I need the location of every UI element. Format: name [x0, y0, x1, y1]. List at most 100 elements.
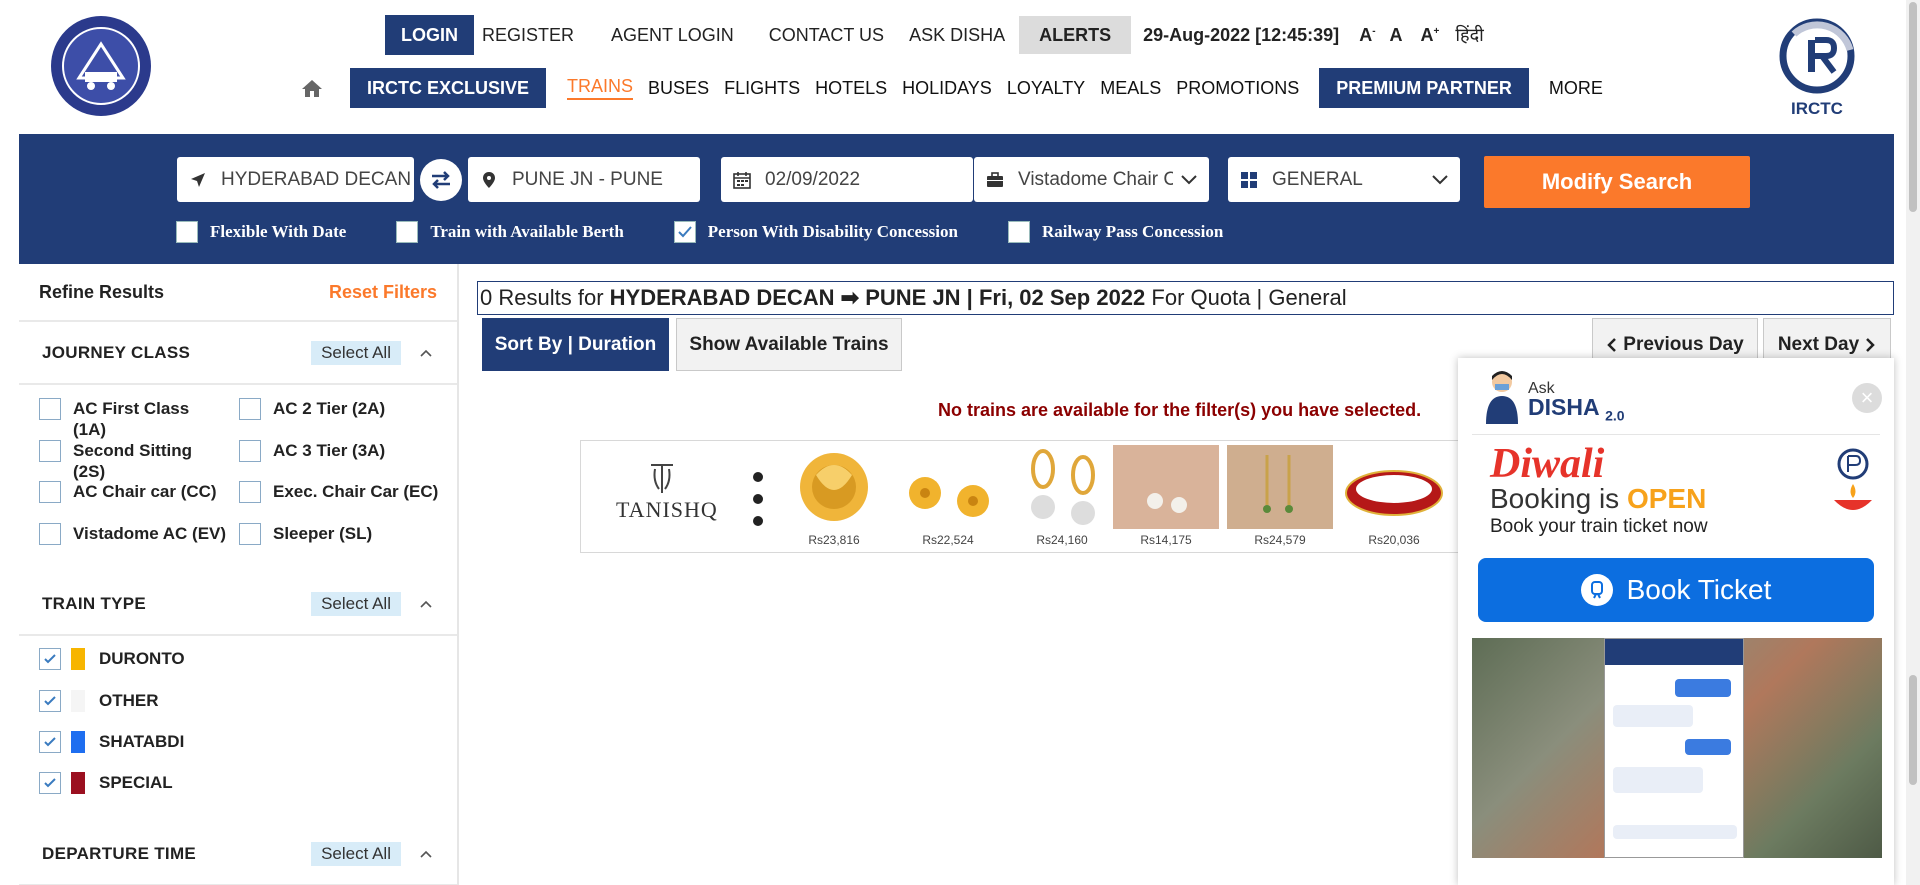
- from-station-field[interactable]: HYDERABAD DECAN: [177, 157, 414, 202]
- reset-filters-link[interactable]: Reset Filters: [329, 282, 437, 303]
- show-available-trains-button[interactable]: Show Available Trains: [676, 318, 902, 371]
- train-type-select-all[interactable]: Select All: [311, 592, 401, 616]
- disha-demo-video[interactable]: [1472, 638, 1882, 858]
- class-sl-checkbox[interactable]: [239, 523, 261, 545]
- modify-search-button[interactable]: Modify Search: [1484, 156, 1750, 208]
- nav-loyalty[interactable]: LOYALTY: [1007, 78, 1085, 99]
- train-type-special[interactable]: SPECIAL: [39, 772, 173, 794]
- page-scrollbar[interactable]: [1906, 0, 1920, 885]
- class-option-ev[interactable]: Vistadome AC (EV): [39, 523, 239, 545]
- duronto-checkbox[interactable]: [39, 648, 61, 670]
- departure-time-select-all[interactable]: Select All: [311, 842, 401, 866]
- login-button[interactable]: LOGIN: [385, 15, 474, 55]
- font-increase-button[interactable]: A+: [1421, 25, 1440, 46]
- scrollbar-thumb[interactable]: [1909, 2, 1917, 212]
- scrollbar-thumb-secondary[interactable]: [1909, 675, 1917, 785]
- class-select[interactable]: Vistadome Chair Car: [974, 157, 1209, 202]
- ask-disha-link[interactable]: ASK DISHA: [909, 25, 1005, 46]
- disability-checkbox[interactable]: [673, 221, 696, 243]
- train-type-duronto[interactable]: DURONTO: [39, 648, 185, 670]
- class-option-1a[interactable]: AC First Class (1A): [39, 398, 219, 440]
- class-ec-checkbox[interactable]: [239, 481, 261, 503]
- class-2s-label: Second Sitting (2S): [73, 441, 192, 481]
- nav-trains[interactable]: TRAINS: [567, 76, 634, 100]
- book-ticket-button[interactable]: Book Ticket: [1478, 558, 1874, 622]
- ad-product-6[interactable]: Rs20,036: [1341, 445, 1447, 549]
- class-option-sl[interactable]: Sleeper (SL): [239, 523, 439, 545]
- nav-more[interactable]: MORE: [1549, 78, 1603, 99]
- irctc-logo[interactable]: IRCTC: [1772, 14, 1862, 120]
- alerts-button[interactable]: ALERTS: [1019, 16, 1132, 54]
- class-1a-checkbox[interactable]: [39, 398, 61, 420]
- other-label: OTHER: [99, 691, 159, 710]
- more-options-icon[interactable]: [753, 471, 763, 527]
- chevron-up-icon[interactable]: [419, 348, 433, 358]
- class-option-cc[interactable]: AC Chair car (CC): [39, 481, 239, 503]
- contact-us-link[interactable]: CONTACT US: [769, 25, 884, 46]
- tanishq-advertisement[interactable]: TANISHQ Rs23,816 Rs22,524 Rs24,160 Rs14,…: [580, 440, 1460, 553]
- railway-pass-option[interactable]: Railway Pass Concession: [1007, 221, 1223, 243]
- nav-buses[interactable]: BUSES: [648, 78, 709, 99]
- journey-class-select-all[interactable]: Select All: [311, 341, 401, 365]
- ad-product-1[interactable]: Rs23,816: [781, 445, 887, 549]
- premium-partner-button[interactable]: PREMIUM PARTNER: [1319, 68, 1529, 108]
- flexible-date-label: Flexible With Date: [210, 222, 347, 241]
- to-station-field[interactable]: PUNE JN - PUNE: [468, 157, 700, 202]
- ad-product-5[interactable]: Rs24,579: [1227, 445, 1333, 549]
- special-label: SPECIAL: [99, 773, 173, 792]
- flexible-date-option[interactable]: Flexible With Date: [176, 221, 346, 243]
- class-cc-checkbox[interactable]: [39, 481, 61, 503]
- quota-select[interactable]: GENERAL: [1228, 157, 1460, 202]
- phone-screenshot: [1604, 638, 1744, 858]
- available-berth-option[interactable]: Train with Available Berth: [396, 221, 624, 243]
- close-icon[interactable]: ×: [1852, 383, 1882, 413]
- swap-icon: [432, 171, 450, 189]
- ad-product-2[interactable]: Rs22,524: [895, 445, 1001, 549]
- disability-option[interactable]: Person With Disability Concession: [673, 221, 958, 243]
- class-option-ec[interactable]: Exec. Chair Car (EC): [239, 481, 439, 503]
- irctc-exclusive-button[interactable]: IRCTC EXCLUSIVE: [350, 68, 547, 108]
- chevron-up-icon[interactable]: [419, 599, 433, 609]
- train-type-header[interactable]: TRAIN TYPE Select All: [19, 574, 457, 636]
- home-icon[interactable]: [300, 76, 324, 100]
- register-link[interactable]: REGISTER: [482, 25, 574, 46]
- nav-holidays[interactable]: HOLIDAYS: [902, 78, 992, 99]
- ad-product-4[interactable]: Rs14,175: [1113, 445, 1219, 549]
- class-2s-checkbox[interactable]: [39, 440, 61, 462]
- class-option-3a[interactable]: AC 3 Tier (3A): [239, 440, 439, 462]
- refine-title: Refine Results: [39, 281, 165, 302]
- railway-pass-checkbox[interactable]: [1007, 221, 1030, 243]
- train-type-shatabdi[interactable]: SHATABDI: [39, 731, 184, 753]
- journey-date-field[interactable]: 02/09/2022: [721, 157, 973, 202]
- disha-chat-popup: Ask DISHA 2.0 × Diwali Booking is OPEN B…: [1458, 358, 1894, 885]
- irctc-logo-text: IRCTC: [1791, 99, 1843, 118]
- other-checkbox[interactable]: [39, 690, 61, 712]
- class-2a-checkbox[interactable]: [239, 398, 261, 420]
- font-normal-button[interactable]: A: [1390, 25, 1403, 46]
- nav-flights[interactable]: FLIGHTS: [724, 78, 800, 99]
- nav-hotels[interactable]: HOTELS: [815, 78, 887, 99]
- chevron-up-icon[interactable]: [419, 849, 433, 859]
- class-3a-checkbox[interactable]: [239, 440, 261, 462]
- available-berth-checkbox[interactable]: [396, 221, 419, 243]
- font-decrease-button[interactable]: A-: [1359, 25, 1375, 46]
- journey-class-header[interactable]: JOURNEY CLASS Select All: [19, 323, 457, 385]
- train-icon: [1580, 574, 1613, 606]
- special-checkbox[interactable]: [39, 772, 61, 794]
- class-option-2s[interactable]: Second Sitting (2S): [39, 440, 219, 482]
- sort-by-duration-button[interactable]: Sort By | Duration: [482, 318, 669, 371]
- swap-stations-button[interactable]: [420, 159, 462, 201]
- agent-login-link[interactable]: AGENT LOGIN: [611, 25, 734, 46]
- class-ev-checkbox[interactable]: [39, 523, 61, 545]
- to-station-value: PUNE JN - PUNE: [512, 168, 663, 190]
- train-type-other[interactable]: OTHER: [39, 690, 159, 712]
- indian-railways-logo[interactable]: [49, 14, 153, 118]
- hindi-language-link[interactable]: हिंदी: [1455, 23, 1483, 47]
- ad-product-3[interactable]: Rs24,160: [1009, 445, 1115, 549]
- departure-time-header[interactable]: DEPARTURE TIME Select All: [19, 824, 457, 885]
- class-option-2a[interactable]: AC 2 Tier (2A): [239, 398, 439, 420]
- nav-promotions[interactable]: PROMOTIONS: [1176, 78, 1299, 99]
- flexible-date-checkbox[interactable]: [176, 221, 198, 243]
- nav-meals[interactable]: MEALS: [1100, 78, 1161, 99]
- shatabdi-checkbox[interactable]: [39, 731, 61, 753]
